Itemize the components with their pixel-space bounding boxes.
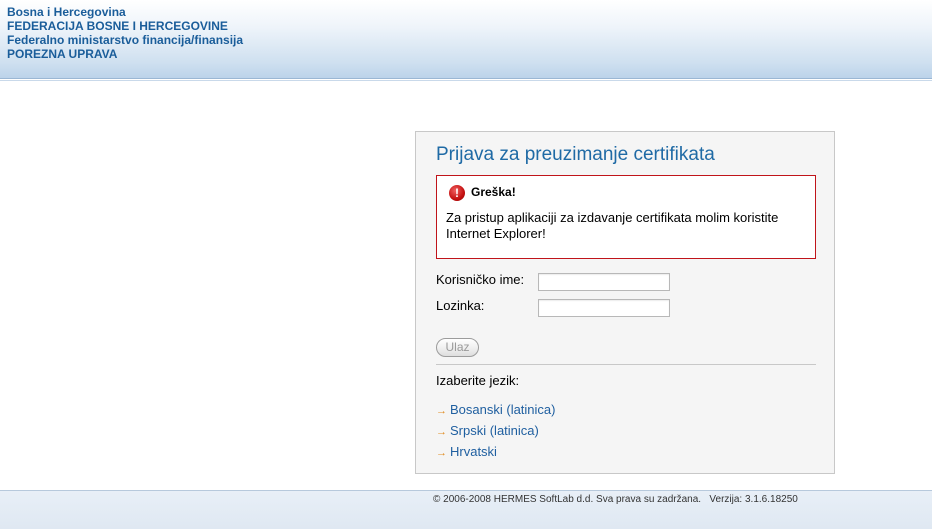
- username-input[interactable]: [538, 273, 670, 291]
- password-input[interactable]: [538, 299, 670, 317]
- language-link-label: Srpski (latinica): [450, 423, 539, 438]
- error-message-box: ! Greška! Za pristup aplikaciji za izdav…: [436, 175, 816, 259]
- header-institution: Bosna i Hercegovina FEDERACIJA BOSNE I H…: [7, 5, 243, 61]
- login-panel: Prijava za preuzimanje certifikata ! Gre…: [415, 131, 835, 474]
- language-link-srpski[interactable]: → Srpski (latinica): [436, 423, 539, 438]
- header-department: POREZNA UPRAVA: [7, 47, 118, 61]
- language-link-label: Bosanski (latinica): [450, 402, 556, 417]
- login-button[interactable]: Ulaz: [436, 338, 479, 357]
- arrow-right-icon: →: [436, 405, 447, 417]
- footer-text: © 2006-2008 HERMES SoftLab d.d. Sva prav…: [433, 494, 798, 505]
- arrow-right-icon: →: [436, 447, 447, 459]
- password-label: Lozinka:: [436, 298, 485, 313]
- username-label: Korisničko ime:: [436, 272, 525, 287]
- footer-version: Verzija: 3.1.6.18250: [709, 494, 798, 505]
- header-federation: FEDERACIJA BOSNE I HERCEGOVINE: [7, 19, 228, 33]
- header-country: Bosna i Hercegovina: [7, 5, 126, 19]
- error-text: Za pristup aplikaciji za izdavanje certi…: [446, 210, 779, 241]
- language-title: Izaberite jezik:: [436, 373, 520, 388]
- page-title: Prijava za preuzimanje certifikata: [436, 144, 715, 165]
- error-title: Greška!: [471, 185, 516, 199]
- language-link-bosanski[interactable]: → Bosanski (latinica): [436, 402, 556, 417]
- arrow-right-icon: →: [436, 426, 447, 438]
- page-header: Bosna i Hercegovina FEDERACIJA BOSNE I H…: [0, 0, 932, 79]
- section-divider: [436, 364, 816, 365]
- header-divider: [0, 80, 932, 81]
- page-footer: © 2006-2008 HERMES SoftLab d.d. Sva prav…: [0, 490, 932, 529]
- error-icon: !: [449, 185, 465, 201]
- footer-copyright: © 2006-2008 HERMES SoftLab d.d. Sva prav…: [433, 494, 702, 505]
- language-link-hrvatski[interactable]: → Hrvatski: [436, 444, 497, 459]
- language-link-label: Hrvatski: [450, 444, 497, 459]
- header-ministry: Federalno ministarstvo financija/finansi…: [7, 33, 244, 47]
